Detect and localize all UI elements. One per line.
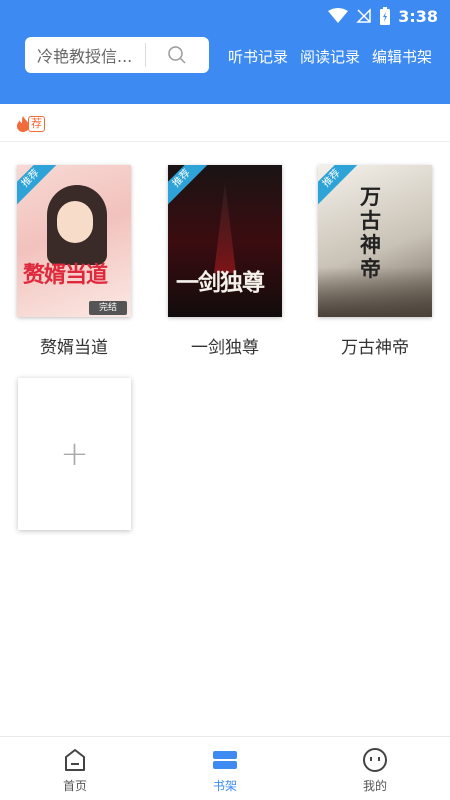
- tab-label: 书架: [212, 779, 237, 793]
- status-bar: 3:38: [0, 0, 450, 30]
- bottom-tabbar: 首页 书架 我的: [0, 736, 450, 800]
- completed-badge: 完结: [89, 301, 127, 315]
- cover-face: [57, 201, 93, 243]
- add-book-button[interactable]: +: [18, 378, 131, 530]
- listening-history-link[interactable]: 听书记录: [228, 46, 288, 67]
- reading-history-link[interactable]: 阅读记录: [300, 46, 360, 67]
- book-title: 赘婿当道: [40, 338, 108, 358]
- cover-title: 万古神帝: [360, 185, 381, 281]
- book-title: 一剑独尊: [191, 338, 259, 358]
- book-title: 万古神帝: [341, 338, 409, 358]
- book-cover[interactable]: 一剑独尊 推荐: [168, 165, 282, 317]
- recommend-ribbon: 推荐: [318, 165, 358, 205]
- tab-label: 我的: [362, 779, 387, 793]
- search-divider: [145, 43, 146, 67]
- bookshelf-icon: [213, 751, 237, 769]
- book-item[interactable]: 万古神帝 推荐 万古神帝: [318, 165, 432, 358]
- profile-icon: [363, 748, 387, 772]
- tab-bookshelf[interactable]: 书架: [150, 737, 300, 800]
- home-icon: [65, 749, 85, 771]
- no-signal-icon: [356, 8, 371, 23]
- tab-label: 首页: [62, 779, 87, 793]
- recommend-strip: 荐: [0, 104, 450, 142]
- battery-icon: [380, 7, 391, 25]
- cover-tower: [214, 183, 236, 273]
- recommend-ribbon: 推荐: [168, 165, 208, 205]
- search-icon[interactable]: [167, 45, 187, 65]
- tab-home[interactable]: 首页: [0, 737, 150, 800]
- book-cover[interactable]: 万古神帝 推荐: [318, 165, 432, 317]
- header: 3:38 冷艳教授信... 听书记录 阅读记录 编辑书架: [0, 0, 450, 104]
- book-item[interactable]: 一剑独尊 推荐 一剑独尊: [168, 165, 282, 358]
- search-placeholder: 冷艳教授信...: [37, 47, 133, 66]
- edit-bookshelf-link[interactable]: 编辑书架: [372, 46, 432, 67]
- tab-profile[interactable]: 我的: [300, 737, 450, 800]
- book-cover[interactable]: 赘婿当道 完结 推荐: [17, 165, 131, 317]
- status-icons: 3:38: [328, 6, 438, 26]
- cover-title: 一剑独尊: [176, 270, 265, 296]
- cover-title: 赘婿当道: [23, 263, 108, 288]
- plus-icon: +: [60, 434, 89, 474]
- book-item[interactable]: 赘婿当道 完结 推荐 赘婿当道: [17, 165, 131, 358]
- recommend-label: 荐: [28, 116, 45, 132]
- header-links: 听书记录 阅读记录 编辑书架: [228, 46, 432, 67]
- status-time: 3:38: [398, 6, 438, 26]
- search-input[interactable]: 冷艳教授信...: [25, 37, 209, 73]
- wifi-icon: [328, 8, 349, 23]
- recommend-tag[interactable]: 荐: [16, 114, 45, 134]
